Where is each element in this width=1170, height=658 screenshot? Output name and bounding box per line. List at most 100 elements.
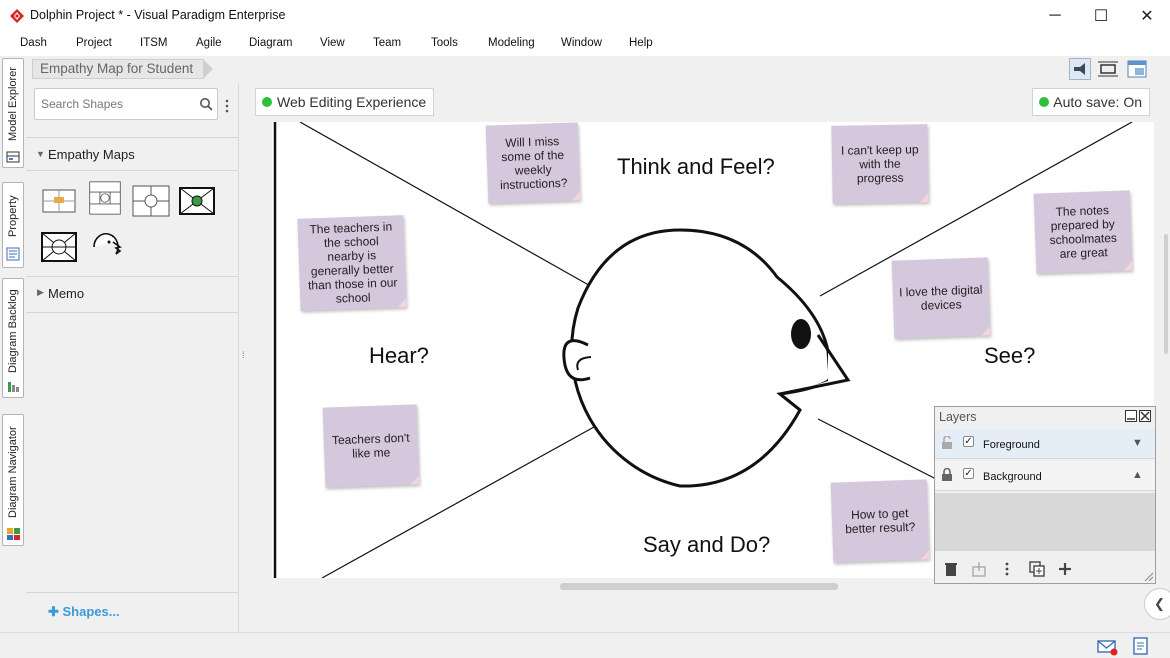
divider: [26, 312, 238, 313]
layer-visible-checkbox[interactable]: ✓: [963, 436, 974, 447]
vertical-scrollbar[interactable]: [1164, 234, 1168, 354]
chevron-down-icon: ▼: [36, 149, 45, 159]
autosave-badge[interactable]: Auto save: On: [1032, 88, 1150, 116]
shapes-panel: ▼ Empathy Maps: [26, 84, 238, 632]
sticky-note[interactable]: I can't keep up with the progress: [831, 124, 929, 204]
layer-visible-checkbox[interactable]: ✓: [963, 468, 974, 479]
minimize-icon: ─: [1049, 7, 1061, 24]
breadcrumb[interactable]: Empathy Map for Student: [32, 59, 214, 79]
tab-diagram-navigator[interactable]: Diagram Navigator: [2, 414, 24, 546]
close-button[interactable]: ✕: [1124, 0, 1170, 32]
mail-icon[interactable]: [1097, 638, 1119, 656]
quadrant-think-feel-label: Think and Feel?: [617, 154, 775, 179]
move-layer-down-icon[interactable]: ▼: [1132, 437, 1143, 449]
visual-paradigm-logo-icon: [10, 9, 24, 23]
empathy-map-cross-shape[interactable]: [178, 184, 216, 218]
menu-diagram[interactable]: Diagram: [249, 37, 292, 49]
duplicate-layer-icon[interactable]: [1029, 561, 1045, 577]
resize-grip-icon[interactable]: [1143, 571, 1153, 581]
quadrant-see-label: See?: [984, 343, 1036, 368]
menu-team[interactable]: Team: [373, 37, 401, 49]
title-bar: Dolphin Project * - Visual Paradigm Ente…: [0, 0, 1170, 32]
menu-dash[interactable]: Dash: [20, 37, 47, 49]
category-memo-label: Memo: [48, 286, 85, 301]
divider: [26, 170, 238, 171]
tab-model-explorer-label: Model Explorer: [7, 67, 19, 141]
category-memo[interactable]: ▶ Memo: [26, 282, 238, 306]
sticky-note[interactable]: The teachers in the school nearby is gen…: [297, 215, 407, 311]
move-layer-up-icon[interactable]: ▲: [1132, 469, 1143, 481]
minimize-button[interactable]: ─: [1032, 0, 1078, 32]
empathy-map-grid-shape[interactable]: [86, 181, 124, 215]
window-title: Dolphin Project * - Visual Paradigm Ente…: [30, 8, 286, 22]
collapse-panel-button[interactable]: ❮: [1144, 588, 1170, 620]
delete-layer-icon[interactable]: [943, 561, 959, 577]
sticky-note[interactable]: The notes prepared by schoolmates are gr…: [1033, 190, 1133, 274]
lock-icon[interactable]: [941, 468, 953, 482]
empathy-map-quad-shape[interactable]: [132, 184, 170, 218]
breadcrumb-diagram-name: Empathy Map for Student: [40, 61, 194, 76]
tab-diagram-backlog-label: Diagram Backlog: [7, 289, 19, 373]
notes-icon[interactable]: [1132, 636, 1150, 656]
category-empathy-maps[interactable]: ▼ Empathy Maps: [26, 143, 238, 167]
tab-diagram-navigator-label: Diagram Navigator: [7, 426, 19, 518]
sticky-note[interactable]: I love the digital devices: [891, 257, 991, 339]
layer-name: Foreground: [983, 439, 1040, 451]
menu-project[interactable]: Project: [76, 37, 112, 49]
status-dot-icon: [262, 97, 272, 107]
search-shapes-input[interactable]: [41, 97, 191, 111]
quadrant-say-do-label: Say and Do?: [643, 532, 771, 557]
status-dot-icon: [1039, 97, 1050, 107]
layers-panel: Layers ✓ Foreground ▼ ✓ Background ▲: [934, 406, 1156, 584]
layer-row-foreground[interactable]: ✓ Foreground ▼: [935, 429, 1155, 459]
maximize-button[interactable]: ☐: [1078, 0, 1124, 32]
close-icon: ✕: [1140, 8, 1154, 25]
side-tab-strip: Model Explorer Property Diagram Backlog …: [0, 56, 26, 632]
category-empathy-maps-label: Empathy Maps: [48, 147, 135, 162]
announcement-icon[interactable]: [1069, 58, 1091, 80]
minimize-panel-icon[interactable]: [1125, 410, 1137, 422]
chevron-left-icon: ❮: [1154, 596, 1165, 611]
add-layer-icon[interactable]: [1057, 561, 1073, 577]
sticky-note[interactable]: Teachers don't like me: [322, 404, 420, 488]
layers-toggle-icon[interactable]: [1126, 58, 1148, 80]
layers-empty-area: [935, 493, 1155, 551]
menu-tools[interactable]: Tools: [431, 37, 458, 49]
more-options-icon[interactable]: [224, 98, 230, 114]
panel-splitter[interactable]: ⁞: [238, 84, 252, 632]
app-window: Dolphin Project * - Visual Paradigm Ente…: [0, 0, 1170, 658]
more-shapes-link[interactable]: ✚ Shapes...: [48, 604, 120, 620]
search-icon[interactable]: [199, 97, 213, 111]
model-explorer-icon: [6, 151, 20, 163]
close-panel-icon[interactable]: [1139, 410, 1151, 422]
sticky-note[interactable]: Will I miss some of the weekly instructi…: [485, 122, 581, 204]
menu-help[interactable]: Help: [629, 37, 653, 49]
tab-property[interactable]: Property: [2, 182, 24, 268]
menu-view[interactable]: View: [320, 37, 345, 49]
sticky-note[interactable]: How to get better result?: [830, 479, 930, 563]
tab-model-explorer[interactable]: Model Explorer: [2, 58, 24, 168]
empathy-map-face-cross-shape[interactable]: [40, 230, 78, 264]
unlock-icon[interactable]: [941, 436, 953, 450]
more-options-icon[interactable]: [999, 561, 1015, 577]
layer-row-background[interactable]: ✓ Background ▲: [935, 461, 1155, 491]
diagram-backlog-icon: [8, 382, 19, 392]
web-editing-badge[interactable]: Web Editing Experience: [255, 88, 435, 116]
property-icon: [6, 247, 20, 261]
empathy-map-board-shape[interactable]: [40, 184, 78, 218]
horizontal-scrollbar[interactable]: [560, 583, 838, 590]
layers-title: Layers: [939, 410, 977, 424]
diagram-navigator-icon: [7, 528, 20, 540]
divider: [26, 137, 238, 138]
web-editing-label: Web Editing Experience: [277, 94, 427, 110]
fit-to-window-icon[interactable]: [1097, 58, 1119, 80]
tab-diagram-backlog[interactable]: Diagram Backlog: [2, 278, 24, 398]
menu-modeling[interactable]: Modeling: [488, 37, 535, 49]
menu-itsm[interactable]: ITSM: [140, 37, 167, 49]
merge-layer-icon[interactable]: [971, 561, 987, 577]
menu-window[interactable]: Window: [561, 37, 602, 49]
splitter-grip-icon: ⁞: [242, 350, 245, 360]
maximize-icon: ☐: [1093, 8, 1109, 25]
head-profile-shape[interactable]: [86, 230, 124, 264]
menu-agile[interactable]: Agile: [196, 37, 222, 49]
